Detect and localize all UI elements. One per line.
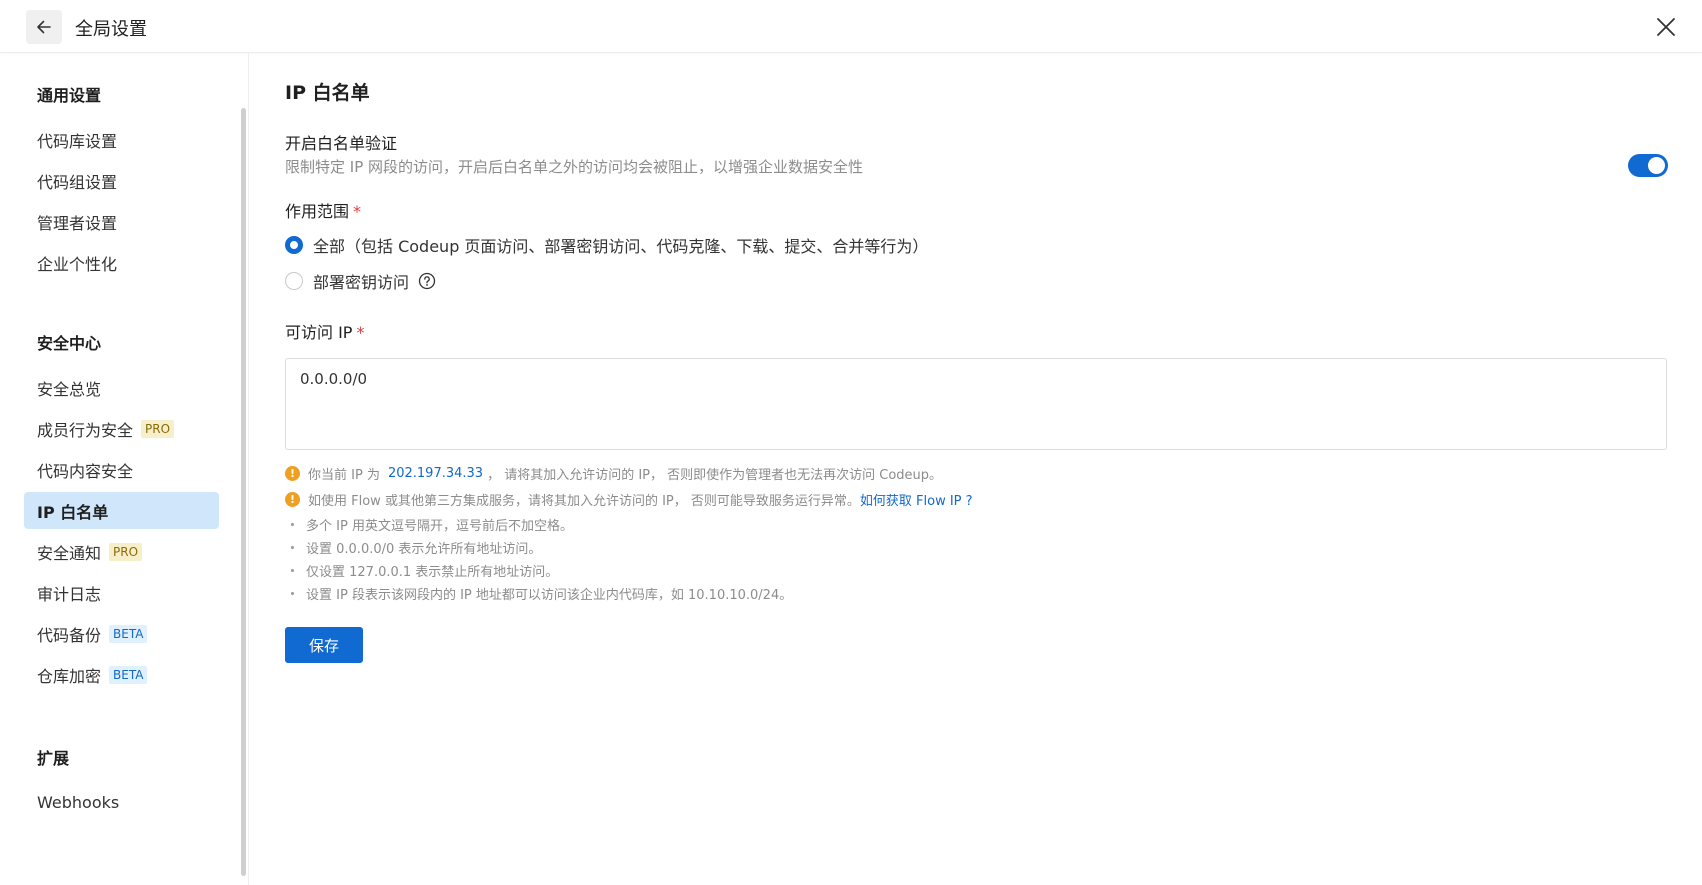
sidebar-item-personalization[interactable]: 企业个性化 bbox=[24, 244, 219, 281]
sidebar-item-admin-settings[interactable]: 管理者设置 bbox=[24, 203, 219, 240]
back-button[interactable] bbox=[26, 10, 62, 44]
flow-warning-text: 如使用 Flow 或其他第三方集成服务，请将其加入允许访问的 IP， 否则可能导… bbox=[308, 494, 860, 509]
required-mark: * bbox=[353, 202, 362, 221]
sidebar-item-label: 安全总览 bbox=[37, 379, 102, 399]
whitelist-toggle-description: 限制特定 IP 网段的访问，开启后白名单之外的访问均会被阻止，以增强企业数据安全… bbox=[285, 158, 864, 176]
toggle-knob bbox=[1648, 157, 1665, 174]
sidebar-item-audit-log[interactable]: 审计日志 bbox=[24, 574, 219, 611]
arrow-left-icon bbox=[37, 20, 51, 34]
group-title-extensions: 扩展 bbox=[37, 749, 70, 768]
question-circle-icon[interactable] bbox=[418, 272, 436, 290]
whitelist-toggle[interactable] bbox=[1628, 154, 1668, 177]
scope-option-deploy-key[interactable]: 部署密钥访问 bbox=[285, 269, 436, 293]
tip-text: 设置 IP 段表示该网段内的 IP 地址都可以访问该企业内代码库，如 10.10… bbox=[306, 588, 793, 603]
tip-item: 设置 0.0.0.0/0 表示允许所有地址访问。 bbox=[291, 538, 541, 557]
warning-icon: ! bbox=[285, 466, 300, 481]
pro-badge: PRO bbox=[141, 419, 175, 438]
beta-badge: BETA bbox=[109, 624, 148, 643]
save-button[interactable]: 保存 bbox=[285, 627, 363, 663]
bullet-dot bbox=[291, 569, 294, 572]
warning-icon: ! bbox=[285, 492, 300, 507]
sidebar-item-webhooks[interactable]: Webhooks bbox=[24, 784, 219, 821]
sidebar-item-label: 代码内容安全 bbox=[37, 461, 134, 481]
tip-item: 仅设置 127.0.0.1 表示禁止所有地址访问。 bbox=[291, 561, 558, 580]
sidebar-item-code-content[interactable]: 代码内容安全 bbox=[24, 451, 219, 488]
radio-checked[interactable] bbox=[285, 236, 303, 254]
tip-text: 仅设置 127.0.0.1 表示禁止所有地址访问。 bbox=[306, 565, 559, 580]
main-content: IP 白名单 开启白名单验证 限制特定 IP 网段的访问，开启后白名单之外的访问… bbox=[285, 53, 1685, 885]
sidebar-item-label: 管理者设置 bbox=[37, 213, 118, 233]
sidebar-item-label: 代码备份 bbox=[37, 625, 102, 645]
sidebar-item-repo-encryption[interactable]: 仓库加密 BETA bbox=[24, 656, 219, 693]
ip-input[interactable]: 0.0.0.0/0 bbox=[285, 358, 1667, 450]
sidebar-item-label: 企业个性化 bbox=[37, 254, 118, 274]
sidebar-item-ip-whitelist[interactable]: IP 白名单 bbox=[24, 492, 219, 529]
scope-option-all-label: 全部（包括 Codeup 页面访问、部署密钥访问、代码克隆、下载、提交、合并等行… bbox=[313, 237, 929, 256]
close-icon bbox=[1657, 18, 1675, 36]
scope-option-all[interactable]: 全部（包括 Codeup 页面访问、部署密钥访问、代码克隆、下载、提交、合并等行… bbox=[285, 233, 928, 257]
beta-badge: BETA bbox=[109, 665, 148, 684]
sidebar-item-group-settings[interactable]: 代码组设置 bbox=[24, 162, 219, 199]
current-ip-warning: ! 你当前 IP 为 202.197.34.33 ， 请将其加入允许访问的 IP… bbox=[285, 464, 942, 483]
required-mark: * bbox=[356, 323, 365, 342]
flow-ip-link[interactable]: 如何获取 Flow IP ? bbox=[860, 490, 973, 509]
sidebar-item-label: IP 白名单 bbox=[37, 502, 109, 522]
current-ip-prefix: 你当前 IP 为 bbox=[308, 468, 380, 483]
section-title: IP 白名单 bbox=[285, 82, 370, 104]
sidebar-item-repo-settings[interactable]: 代码库设置 bbox=[24, 121, 219, 158]
sidebar-item-label: 代码库设置 bbox=[37, 131, 118, 151]
close-button[interactable] bbox=[1652, 13, 1680, 41]
ip-field-label: 可访问 IP * bbox=[285, 319, 364, 343]
sidebar-item-label: 仓库加密 bbox=[37, 666, 102, 686]
group-title-general: 通用设置 bbox=[37, 86, 102, 105]
sidebar-item-security-overview[interactable]: 安全总览 bbox=[24, 369, 219, 406]
tip-item: 多个 IP 用英文逗号隔开，逗号前后不加空格。 bbox=[291, 515, 573, 534]
bullet-dot bbox=[291, 523, 294, 526]
scope-option-deploy-key-label: 部署密钥访问 bbox=[313, 273, 410, 292]
tip-text: 设置 0.0.0.0/0 表示允许所有地址访问。 bbox=[306, 542, 542, 557]
flow-warning: ! 如使用 Flow 或其他第三方集成服务，请将其加入允许访问的 IP， 否则可… bbox=[285, 490, 973, 509]
sidebar-scrollbar[interactable] bbox=[241, 108, 246, 876]
sidebar-item-label: 成员行为安全 bbox=[37, 420, 134, 440]
current-ip-value[interactable]: 202.197.34.33 bbox=[388, 466, 483, 481]
scope-label-text: 作用范围 bbox=[285, 202, 350, 221]
settings-sidebar: 通用设置 代码库设置 代码组设置 管理者设置 企业个性化 安全中心 安全总览 成… bbox=[0, 53, 249, 885]
sidebar-item-label: Webhooks bbox=[37, 793, 120, 812]
page-title: 全局设置 bbox=[75, 19, 147, 40]
sidebar-item-label: 安全通知 bbox=[37, 543, 102, 563]
whitelist-toggle-label: 开启白名单验证 bbox=[285, 134, 398, 153]
group-title-security: 安全中心 bbox=[37, 334, 102, 353]
sidebar-item-code-backup[interactable]: 代码备份 BETA bbox=[24, 615, 219, 652]
bullet-dot bbox=[291, 592, 294, 595]
radio-unchecked[interactable] bbox=[285, 272, 303, 290]
pro-badge: PRO bbox=[109, 542, 143, 561]
sidebar-item-label: 代码组设置 bbox=[37, 172, 118, 192]
page-header: 全局设置 bbox=[0, 0, 1702, 53]
sidebar-item-member-behavior[interactable]: 成员行为安全 PRO bbox=[24, 410, 219, 447]
bullet-dot bbox=[291, 546, 294, 549]
scope-label: 作用范围 * bbox=[285, 198, 361, 222]
tip-text: 多个 IP 用英文逗号隔开，逗号前后不加空格。 bbox=[306, 519, 573, 534]
tip-item: 设置 IP 段表示该网段内的 IP 地址都可以访问该企业内代码库，如 10.10… bbox=[291, 584, 792, 603]
current-ip-suffix: ， 请将其加入允许访问的 IP， 否则即使作为管理者也无法再次访问 Codeup… bbox=[487, 468, 943, 483]
sidebar-item-label: 审计日志 bbox=[37, 584, 102, 604]
ip-field-label-text: 可访问 IP bbox=[285, 323, 353, 342]
sidebar-item-security-notice[interactable]: 安全通知 PRO bbox=[24, 533, 219, 570]
